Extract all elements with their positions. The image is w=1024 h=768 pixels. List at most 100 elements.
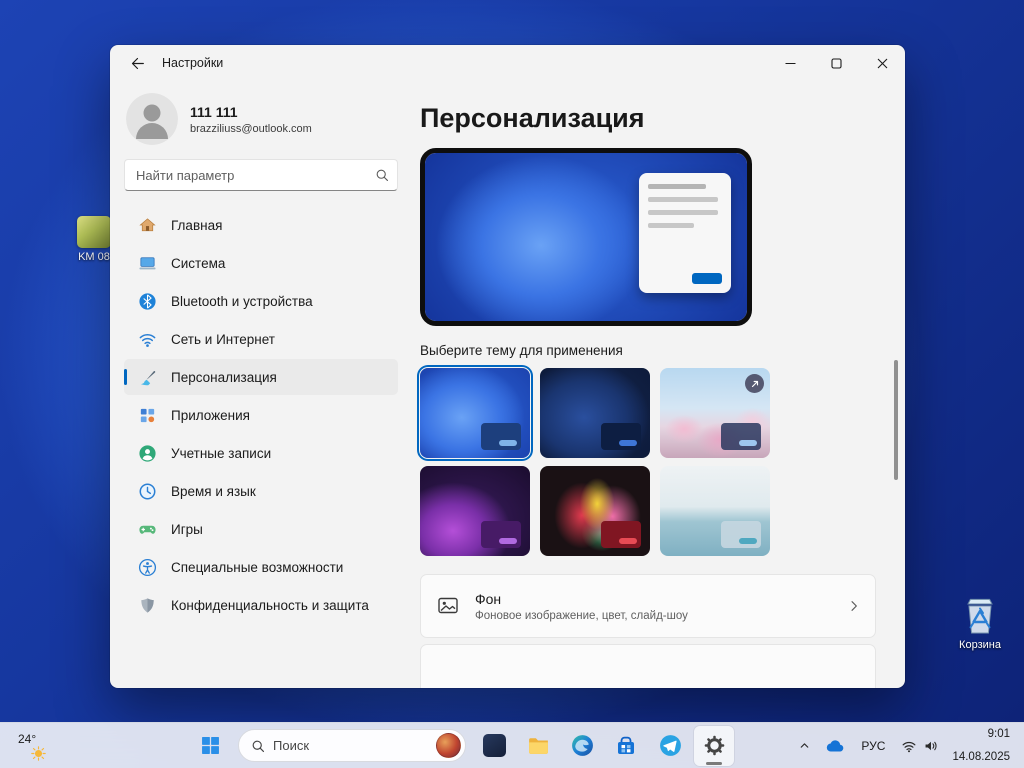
settings-main: Персонализация Выберите тему для примене… [412,81,905,688]
sidebar-item-label: Учетные записи [171,446,271,461]
search-input[interactable] [136,168,375,183]
settings-nav: Главная Система Bluetooth и устройства С… [124,207,398,623]
sidebar-item-accounts[interactable]: Учетные записи [124,435,398,471]
theme-accent-preview [619,440,637,446]
next-settings-card-partial[interactable] [420,644,876,688]
sidebar-item-privacy[interactable]: Конфиденциальность и защита [124,587,398,623]
search-icon [251,739,265,753]
search-highlight-image [436,733,461,758]
sidebar-item-accessibility[interactable]: Специальные возможности [124,549,398,585]
tray-date: 14.08.2025 [952,749,1010,765]
taskbar-search[interactable]: Поиск [238,729,466,762]
settings-app-button[interactable] [694,726,734,766]
back-button[interactable] [120,49,154,77]
minimize-button[interactable] [767,45,813,81]
window-title: Настройки [162,56,223,70]
spotlight-badge-icon [745,374,764,393]
sidebar-item-label: Система [171,256,225,271]
start-button[interactable] [190,726,230,766]
tray-time: 9:01 [988,726,1010,742]
preview-settings-card [639,173,731,293]
window-scrollbar[interactable] [894,360,898,480]
task-view-button[interactable] [474,726,514,766]
quick-settings-button[interactable] [894,726,946,766]
sidebar-item-system[interactable]: Система [124,245,398,281]
theme-tile-calm-landscape[interactable] [660,466,770,556]
recycle-bin-icon [960,594,1000,636]
theme-tile-light-bloom[interactable] [420,368,530,458]
themes-caption: Выберите тему для применения [420,343,879,358]
sidebar-item-network[interactable]: Сеть и Интернет [124,321,398,357]
settings-window: Настройки [110,45,905,688]
window-titlebar[interactable]: Настройки [110,45,905,81]
edge-browser-button[interactable] [562,726,602,766]
sidebar-item-label: Главная [171,218,222,233]
file-explorer-button[interactable] [518,726,558,766]
sidebar-item-time-language[interactable]: Время и язык [124,473,398,509]
card-subtitle: Фоновое изображение, цвет, слайд-шоу [475,610,688,622]
theme-accent-preview [499,538,517,544]
system-icon [138,254,157,273]
picture-icon [437,595,459,617]
weather-widget-button[interactable]: 24° [6,729,59,763]
theme-accent-preview [499,440,517,446]
background-settings-card[interactable]: Фон Фоновое изображение, цвет, слайд-шоу [420,574,876,638]
desktop-icon-label: Корзина [959,639,1001,651]
weather-temp: 24° [18,732,36,746]
gamepad-icon [138,520,157,539]
language-indicator[interactable]: РУС [852,726,894,766]
language-label: РУС [861,739,885,753]
sidebar-item-label: Конфиденциальность и защита [171,598,369,613]
page-title: Персонализация [420,103,879,134]
theme-tile-spring-blossom[interactable] [660,368,770,458]
home-icon [138,216,157,235]
theme-accent-preview [739,440,757,446]
wifi-icon [138,330,157,349]
edge-icon [570,733,595,758]
settings-search-box[interactable] [124,159,398,191]
maximize-button[interactable] [813,45,859,81]
theme-tile-dark-flower[interactable] [540,466,650,556]
desktop-icon-recycle-bin[interactable]: Корзина [948,594,1012,651]
sidebar-item-label: Bluetooth и устройства [171,294,313,309]
sidebar-item-label: Приложения [171,408,250,423]
microsoft-store-button[interactable] [606,726,646,766]
accessibility-icon [138,558,157,577]
clock-icon [138,482,157,501]
cloud-icon [825,739,845,753]
taskbar-search-label: Поиск [273,738,309,753]
preview-accent-button [692,273,722,284]
tray-overflow-button[interactable] [791,726,818,766]
sidebar-item-home[interactable]: Главная [124,207,398,243]
account-card[interactable]: 111 111 brazziliuss@outlook.com [124,85,398,159]
bluetooth-icon [138,292,157,311]
sidebar-item-label: Игры [171,522,203,537]
task-view-icon [483,734,506,757]
sidebar-item-label: Сеть и Интернет [171,332,275,347]
volume-icon [923,739,939,753]
sidebar-item-apps[interactable]: Приложения [124,397,398,433]
theme-preview-monitor [420,148,752,326]
telegram-button[interactable] [650,726,690,766]
search-icon [375,168,389,182]
folder-icon [526,733,551,758]
theme-accent-preview [619,538,637,544]
sidebar-item-gaming[interactable]: Игры [124,511,398,547]
sidebar-item-personalization[interactable]: Персонализация [124,359,398,395]
avatar [126,93,178,145]
clock-tray-button[interactable]: 9:01 14.08.2025 [946,726,1020,766]
close-button[interactable] [859,45,905,81]
file-thumbnail-icon [77,216,111,248]
apps-icon [138,406,157,425]
theme-tile-dark-bloom[interactable] [540,368,650,458]
arrow-left-icon [130,56,145,71]
onedrive-tray-button[interactable] [818,726,852,766]
taskbar: 24° Поиск [0,722,1024,768]
settings-sidebar: 111 111 brazziliuss@outlook.com Главная [110,81,412,688]
theme-tile-purple-glow[interactable] [420,466,530,556]
card-title: Фон [475,591,688,607]
wifi-icon [901,739,917,753]
theme-grid [420,368,879,556]
account-name: 111 111 [190,104,312,120]
sidebar-item-bluetooth[interactable]: Bluetooth и устройства [124,283,398,319]
